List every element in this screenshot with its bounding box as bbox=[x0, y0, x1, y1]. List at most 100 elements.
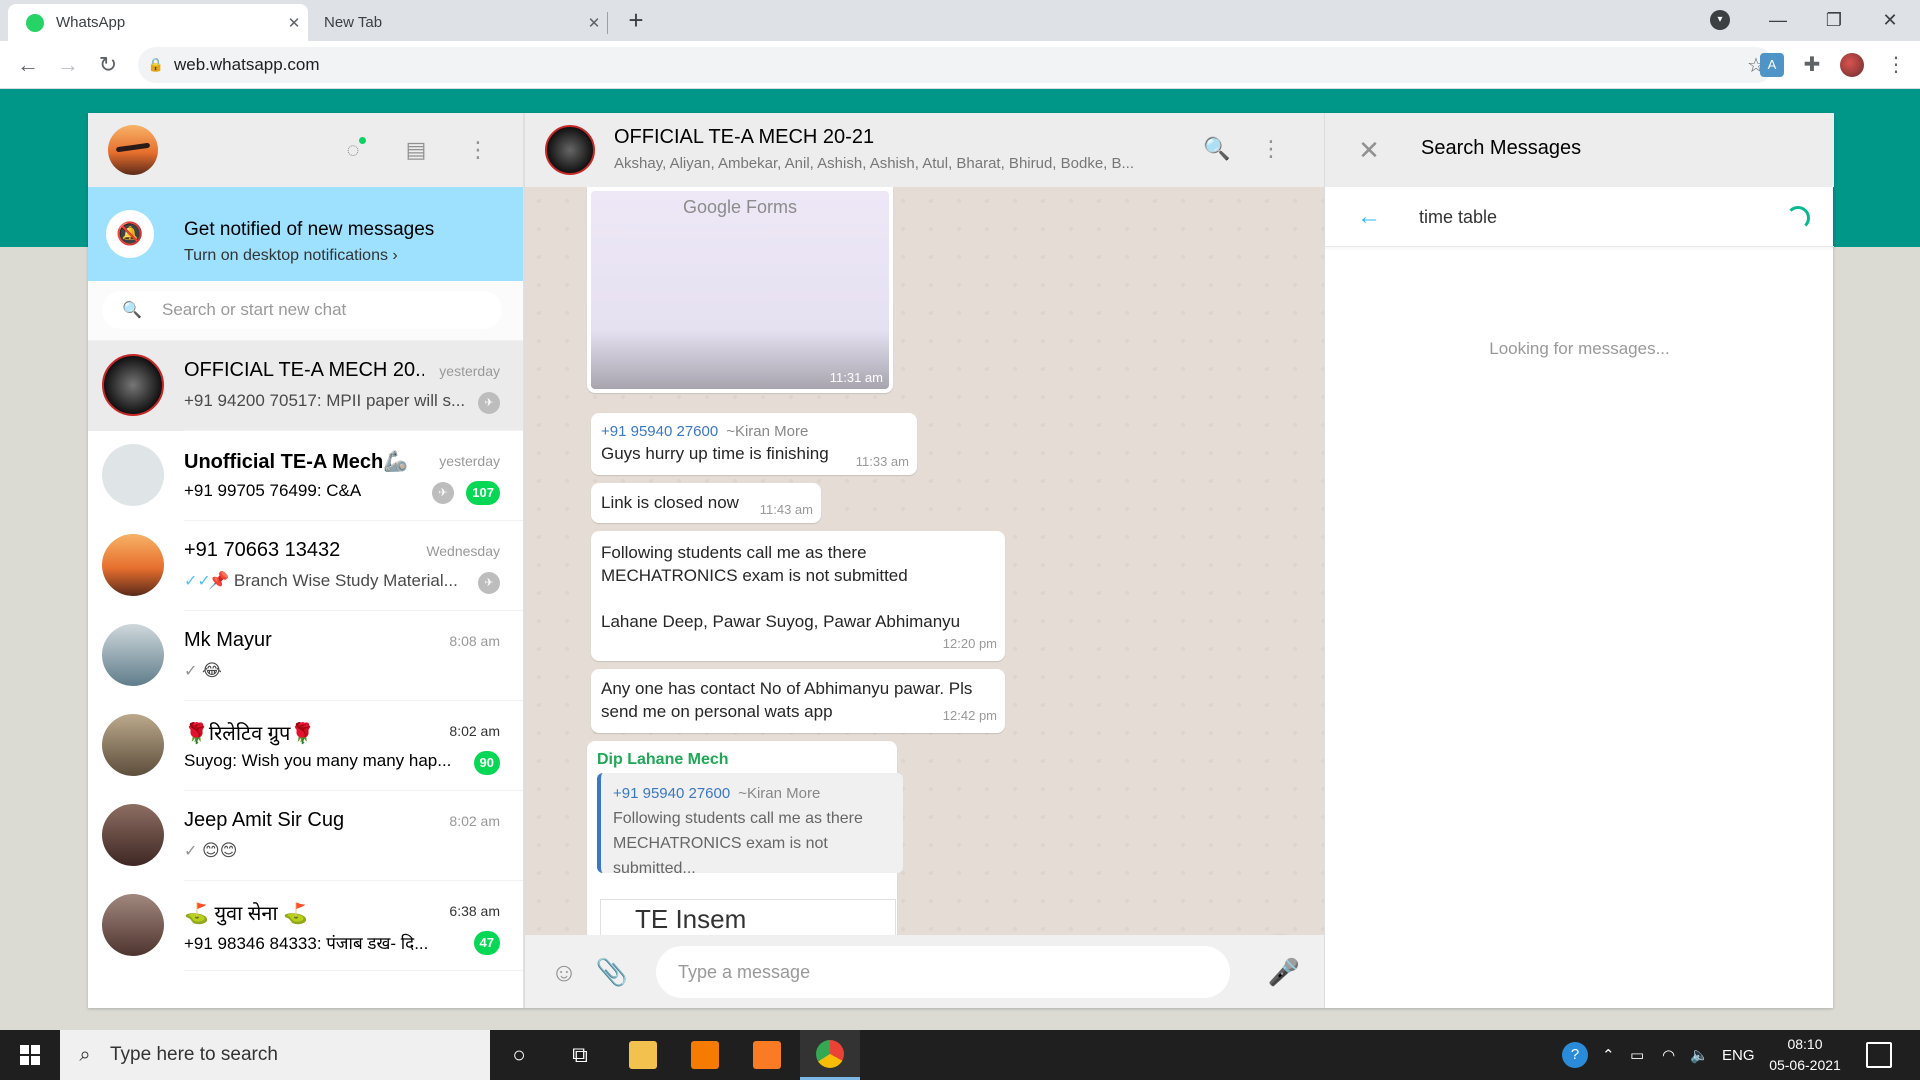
action-center-icon[interactable] bbox=[1866, 1042, 1892, 1068]
chat-avatar bbox=[102, 534, 164, 596]
menu-icon[interactable]: ⋮ bbox=[463, 135, 493, 165]
attachment-preview[interactable]: TE Insem bbox=[600, 899, 896, 935]
google-forms-label: Google Forms bbox=[682, 197, 798, 217]
new-tab-button[interactable]: + bbox=[620, 6, 652, 36]
message-bubble[interactable]: +91 95940 27600 ~Kiran More Guys hurry up… bbox=[591, 413, 917, 475]
minimize-button[interactable]: — bbox=[1750, 0, 1806, 41]
chrome-menu-icon[interactable]: ⋮ bbox=[1886, 53, 1906, 77]
chat-list-item[interactable]: OFFICIAL TE-A MECH 20... yesterday +91 9… bbox=[88, 341, 523, 431]
sublime-text-icon[interactable] bbox=[680, 1030, 730, 1080]
search-icon[interactable]: 🔍 bbox=[1201, 133, 1233, 165]
tab-whatsapp[interactable]: WhatsApp ✕ bbox=[8, 4, 308, 41]
attach-icon[interactable]: 📎 bbox=[595, 955, 629, 989]
chat-last-message: 📌 Branch Wise Study Material... bbox=[208, 571, 458, 590]
unread-badge: 107 bbox=[466, 481, 500, 505]
notification-title: Get notified of new messages bbox=[184, 219, 435, 240]
menu-icon[interactable]: ⋮ bbox=[1255, 133, 1287, 165]
forward-arrow-icon[interactable]: → bbox=[52, 49, 84, 81]
group-avatar[interactable] bbox=[545, 125, 595, 175]
message-bubble[interactable]: Link is closed now 11:43 am bbox=[591, 483, 821, 523]
google-forms-message[interactable]: Google Forms 11:31 am bbox=[587, 187, 893, 393]
my-avatar[interactable] bbox=[108, 125, 158, 175]
chat-time: 8:02 am bbox=[449, 813, 500, 829]
chat-time: 6:38 am bbox=[449, 903, 500, 919]
volume-icon[interactable]: 🔈 bbox=[1690, 1030, 1709, 1080]
cortana-icon[interactable]: ○ bbox=[494, 1030, 544, 1080]
pin-icon: ✈ bbox=[478, 392, 500, 414]
quoted-message[interactable]: +91 95940 27600 ~Kiran More Following stu… bbox=[597, 773, 903, 877]
close-window-button[interactable]: ✕ bbox=[1862, 0, 1918, 41]
xampp-icon[interactable] bbox=[742, 1030, 792, 1080]
chat-name: 🌹रिलेटिव ग्रुप🌹 bbox=[184, 723, 316, 745]
task-view-icon[interactable]: ⧉ bbox=[555, 1030, 605, 1080]
show-hidden-icons[interactable]: ⌃ bbox=[1602, 1030, 1615, 1080]
message-bubble[interactable]: Following students call me as there MECH… bbox=[591, 531, 1005, 661]
address-bar[interactable]: 🔒 web.whatsapp.com ☆ bbox=[138, 47, 1774, 83]
message-bubble[interactable]: Any one has contact No of Abhimanyu pawa… bbox=[591, 669, 1005, 733]
chat-time: Wednesday bbox=[426, 543, 500, 559]
chat-avatar bbox=[102, 894, 164, 956]
chat-search-input[interactable] bbox=[162, 300, 462, 320]
tab-title: New Tab bbox=[324, 14, 383, 31]
clock-date: 05-06-2021 bbox=[1769, 1057, 1841, 1073]
quoted-text: submitted... bbox=[613, 860, 696, 877]
reply-sender[interactable]: Dip Lahane Mech bbox=[597, 751, 887, 769]
conversation-header[interactable]: OFFICIAL TE-A MECH 20-21 Akshay, Aliyan,… bbox=[524, 113, 1324, 187]
start-button[interactable] bbox=[0, 1030, 60, 1080]
chat-time: 8:08 am bbox=[449, 633, 500, 649]
url-text[interactable]: web.whatsapp.com bbox=[174, 55, 1738, 75]
sender-number[interactable]: +91 95940 27600 bbox=[601, 423, 718, 440]
message-time: 12:42 pm bbox=[942, 708, 997, 723]
tab-new-tab[interactable]: New Tab ✕ bbox=[308, 4, 608, 41]
tab-title: WhatsApp bbox=[56, 14, 126, 31]
conversation-pane: OFFICIAL TE-A MECH 20-21 Akshay, Aliyan,… bbox=[524, 113, 1324, 1008]
reload-icon[interactable]: ↻ bbox=[92, 49, 124, 81]
message-text: Lahane Deep, Pawar Suyog, Pawar Abhimany… bbox=[601, 612, 961, 631]
message-input[interactable] bbox=[656, 946, 1230, 998]
message-time: 12:20 pm bbox=[942, 636, 997, 651]
back-arrow-icon[interactable]: ← bbox=[1353, 201, 1385, 233]
chat-list-item[interactable]: Mk Mayur 8:08 am ✓ 😂 bbox=[88, 611, 523, 701]
close-tab-icon[interactable]: ✕ bbox=[280, 14, 308, 32]
chat-list-item[interactable]: Jeep Amit Sir Cug 8:02 am ✓ 😊😊 bbox=[88, 791, 523, 881]
notification-banner[interactable]: 🔕 Get notified of new messages Turn on d… bbox=[88, 187, 523, 281]
taskbar-search[interactable]: ⌕ Type here to search bbox=[60, 1030, 490, 1080]
emoji-icon[interactable]: ☺ bbox=[547, 955, 581, 989]
microphone-icon[interactable]: 🎤 bbox=[1267, 955, 1301, 989]
chat-list-item[interactable]: 🌹रिलेटिव ग्रुप🌹 8:02 am Suyog: Wish you … bbox=[88, 701, 523, 791]
notification-link[interactable]: Turn on desktop notifications › bbox=[184, 247, 398, 265]
extensions-puzzle-icon[interactable]: ✚ bbox=[1800, 53, 1824, 77]
chat-list-item[interactable]: +91 70663 13432 Wednesday 📌 Branch Wise … bbox=[88, 521, 523, 611]
chat-list-item[interactable]: Unofficial TE-A Mech🦾 yesterday +91 9970… bbox=[88, 431, 523, 521]
close-tab-icon[interactable]: ✕ bbox=[580, 14, 608, 32]
chat-time: yesterday bbox=[439, 453, 500, 469]
clock[interactable]: 08:10 05-06-2021 bbox=[1762, 1034, 1848, 1076]
restore-button[interactable]: ❐ bbox=[1806, 0, 1862, 41]
chat-time: yesterday bbox=[439, 363, 500, 379]
extension-icon[interactable]: A bbox=[1760, 53, 1784, 77]
close-icon[interactable]: ✕ bbox=[1353, 134, 1385, 166]
chat-list-item[interactable]: ⛳ युवा सेना ⛳ 6:38 am +91 98346 84333: प… bbox=[88, 881, 523, 971]
chat-time: 8:02 am bbox=[449, 723, 500, 739]
search-messages-input[interactable] bbox=[1419, 201, 1759, 233]
help-icon[interactable]: ? bbox=[1562, 1030, 1588, 1080]
status-icon[interactable]: ◌ bbox=[338, 135, 368, 165]
message-text: Link is closed now bbox=[601, 493, 739, 512]
battery-icon[interactable]: ▭ bbox=[1630, 1030, 1644, 1080]
tab-search-icon[interactable]: ▾ bbox=[1710, 10, 1730, 30]
chrome-taskbar-icon[interactable] bbox=[800, 1030, 860, 1080]
group-default-avatar bbox=[102, 444, 164, 506]
file-explorer-icon[interactable] bbox=[618, 1030, 668, 1080]
chat-search-box[interactable]: 🔍 bbox=[102, 291, 502, 329]
language-indicator[interactable]: ENG bbox=[1722, 1030, 1755, 1080]
profile-avatar[interactable] bbox=[1840, 53, 1864, 77]
wifi-icon[interactable]: ◠ bbox=[1662, 1030, 1675, 1080]
search-messages-header: ✕ Search Messages bbox=[1325, 113, 1834, 187]
chat-name: OFFICIAL TE-A MECH 20... bbox=[184, 359, 424, 381]
whatsapp-favicon-icon bbox=[26, 13, 44, 32]
message-time: 11:33 am bbox=[855, 454, 909, 469]
whatsapp-app: ◌ ▤ ⋮ 🔕 Get notified of new messages Tur… bbox=[88, 113, 1834, 1008]
back-arrow-icon[interactable]: ← bbox=[12, 49, 44, 81]
new-chat-icon[interactable]: ▤ bbox=[401, 135, 431, 165]
clock-time: 08:10 bbox=[1787, 1036, 1823, 1052]
